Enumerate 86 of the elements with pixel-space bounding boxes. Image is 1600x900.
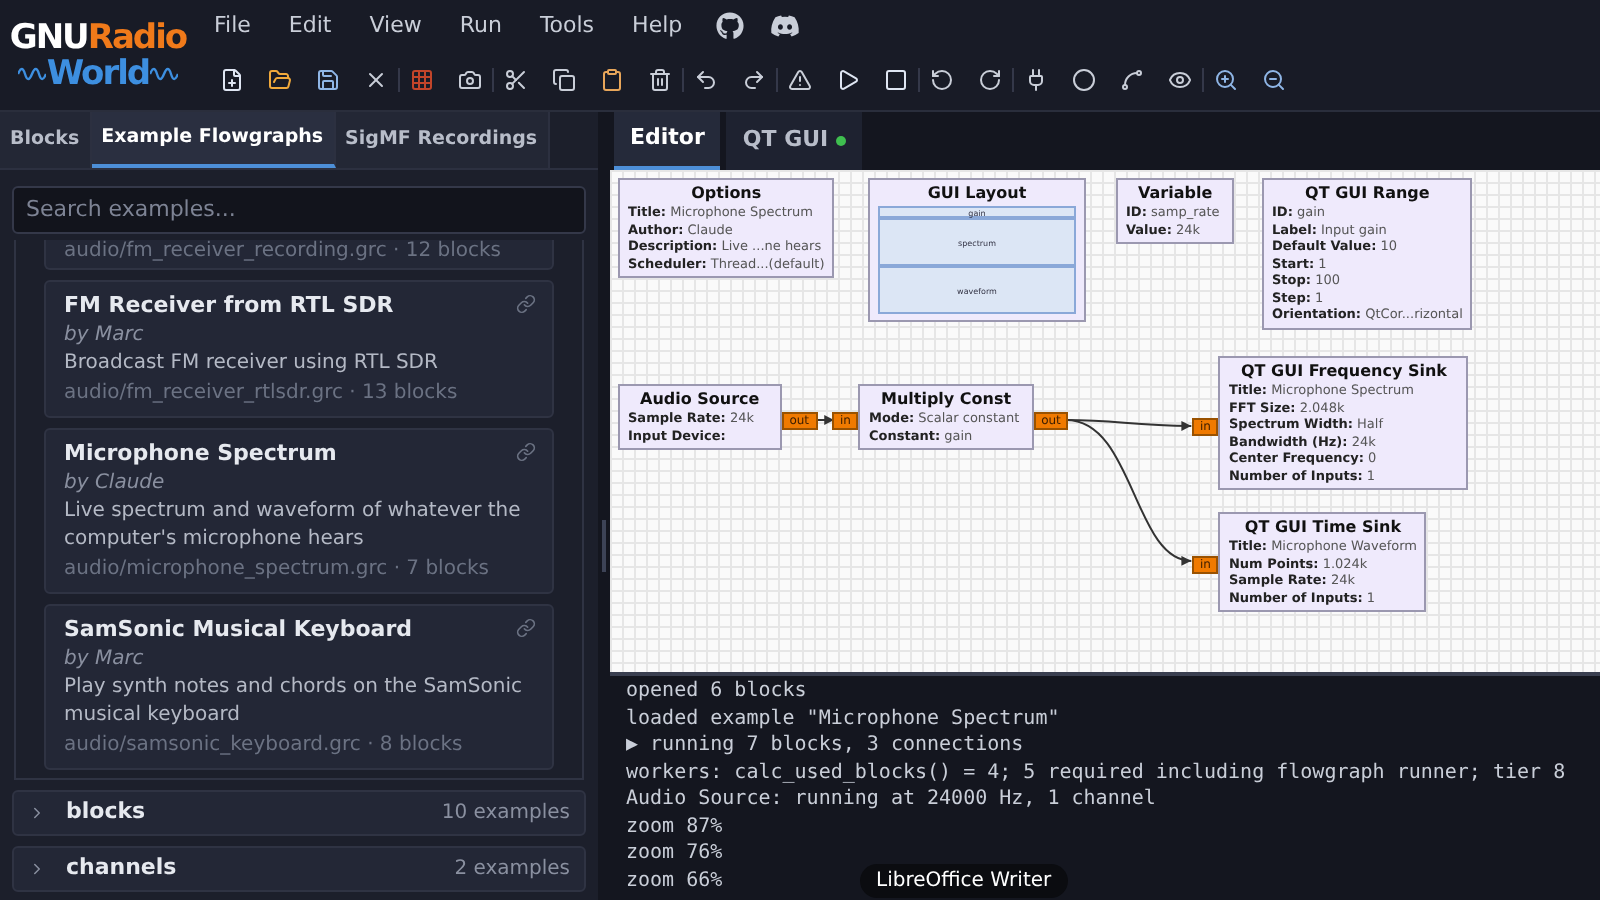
- plug-icon[interactable]: [1024, 68, 1048, 92]
- wave-drawing: [18, 63, 47, 83]
- group-count: 2 examples: [454, 855, 570, 883]
- github-icon[interactable]: [716, 12, 745, 40]
- group-name: channels: [66, 851, 177, 884]
- discord-icon[interactable]: [770, 12, 801, 40]
- logo: GNURadio World: [7, 15, 189, 97]
- console-line: zoom 66%: [626, 867, 723, 894]
- example-title: Microphone Spectrum: [64, 437, 337, 467]
- block-title: Options: [689, 182, 764, 204]
- example-path: audio/fm_receiver_recording.grc · 12 blocks: [64, 239, 504, 263]
- circle-icon[interactable]: [1072, 68, 1096, 92]
- block-title: QT GUI Time Sink: [1242, 516, 1404, 538]
- sidebar-tab[interactable]: Example Flowgraphs: [91, 112, 336, 168]
- example-group[interactable]: blocks 10 examples: [12, 789, 586, 835]
- expand-icon: [28, 859, 46, 877]
- menu-item[interactable]: Tools: [539, 9, 595, 43]
- example-author: by Marc: [64, 645, 146, 673]
- tooltip: LibreOffice Writer: [860, 863, 1068, 898]
- camera-icon[interactable]: [458, 68, 482, 92]
- group-name: blocks: [66, 795, 146, 828]
- flowgraph-canvas[interactable]: [610, 170, 1600, 676]
- block-title: Variable: [1136, 182, 1215, 204]
- example-path: audio/samsonic_keyboard.grc · 8 blocks: [64, 731, 465, 759]
- close-icon[interactable]: [364, 68, 388, 92]
- example-card[interactable]: FM Receiver from RTL SDR by Marc Broadcast FM receiver using RTL SDR audio/fm_receiver_rtlsdr.grc · 13 blocks: [44, 279, 554, 417]
- new-file-icon[interactable]: [220, 68, 244, 92]
- link-icon[interactable]: [516, 617, 536, 637]
- console-line: loaded example "Microphone Spectrum": [626, 705, 1060, 732]
- menu-item[interactable]: File: [214, 9, 251, 43]
- block-title: Multiply Const: [878, 388, 1014, 410]
- group-count: 10 examples: [441, 799, 570, 827]
- console-line: Audio Source: running at 24000 Hz, 1 channel: [626, 786, 1156, 813]
- console-line: workers: calc_used_blocks() = 4; 5 required including flowgraph runner; tier 8: [626, 759, 1566, 786]
- example-author: by Claude: [64, 469, 167, 497]
- example-card[interactable]: Microphone Spectrum by Claude Live spectrum and waveform of whatever the computer's microphone hears audio/microphone_spectrum.grc · 7 blocks: [44, 427, 554, 593]
- clipboard-icon[interactable]: [600, 68, 624, 92]
- sidebar-tab[interactable]: SigMF Recordings: [335, 112, 550, 168]
- undo-icon[interactable]: [694, 68, 718, 92]
- scissors-icon[interactable]: [504, 68, 528, 92]
- block-title: QT GUI Frequency Sink: [1238, 360, 1449, 382]
- play-icon[interactable]: [836, 68, 860, 92]
- console-line: ▶ running 7 blocks, 3 connections: [626, 732, 1024, 759]
- block-title: Audio Source: [638, 388, 762, 410]
- console-line: zoom 76%: [626, 840, 723, 867]
- block-title: QT GUI Range: [1303, 182, 1432, 204]
- copy-icon[interactable]: [552, 68, 576, 92]
- zoom-out-icon[interactable]: [1262, 68, 1286, 92]
- wave-drawing: [149, 63, 178, 83]
- trash-icon[interactable]: [648, 68, 672, 92]
- stop-icon[interactable]: [884, 68, 908, 92]
- expand-icon: [28, 803, 46, 821]
- console-line: opened 6 blocks: [626, 678, 807, 705]
- eye-icon[interactable]: [1168, 68, 1192, 92]
- rotate-right-icon[interactable]: [978, 68, 1002, 92]
- block-title: GUI Layout: [925, 182, 1029, 204]
- example-path: audio/fm_receiver_rtlsdr.grc · 13 blocks: [64, 379, 460, 407]
- menu-item[interactable]: Edit: [288, 9, 332, 43]
- grid-icon[interactable]: [410, 68, 434, 92]
- example-title: FM Receiver from RTL SDR: [64, 289, 394, 319]
- rotate-left-icon[interactable]: [930, 68, 954, 92]
- menu-item[interactable]: Run: [459, 9, 502, 43]
- example-path: audio/microphone_spectrum.grc · 7 blocks: [64, 555, 491, 583]
- folder-icon[interactable]: [268, 68, 292, 92]
- menu-item[interactable]: View: [369, 9, 422, 43]
- link-icon[interactable]: [516, 441, 536, 461]
- editor-tab[interactable]: Editor: [614, 112, 721, 170]
- console-line: zoom 87%: [626, 813, 723, 840]
- link-icon[interactable]: [516, 293, 536, 313]
- redo-icon[interactable]: [742, 68, 766, 92]
- example-author: by Marc: [64, 321, 146, 349]
- sidebar-tab[interactable]: Blocks: [0, 112, 92, 168]
- resize-handle[interactable]: [602, 520, 606, 572]
- example-card[interactable]: SamSonic Musical Keyboard by Marc Play synth notes and chords on the SamSonic musical keyboard audio/samsonic_keyboard.grc · 8 blocks: [44, 603, 554, 769]
- warning-icon[interactable]: [788, 68, 812, 92]
- connection-line: [815, 415, 836, 425]
- example-title: SamSonic Musical Keyboard: [64, 613, 412, 643]
- zoom-in-icon[interactable]: [1214, 68, 1238, 92]
- example-description: Play synth notes and chords on the SamSonic musical keyboard: [64, 673, 524, 729]
- editor-tab[interactable]: QT GUI: [726, 112, 863, 170]
- menu-item[interactable]: Help: [632, 9, 683, 43]
- search-field[interactable]: Search examples...: [12, 185, 586, 233]
- example-group[interactable]: channels 2 examples: [12, 845, 586, 891]
- example-description: Live spectrum and waveform of whatever the computer's microphone hears: [64, 497, 523, 553]
- example-description: Broadcast FM receiver using RTL SDR: [64, 349, 440, 377]
- curve-icon[interactable]: [1120, 68, 1144, 92]
